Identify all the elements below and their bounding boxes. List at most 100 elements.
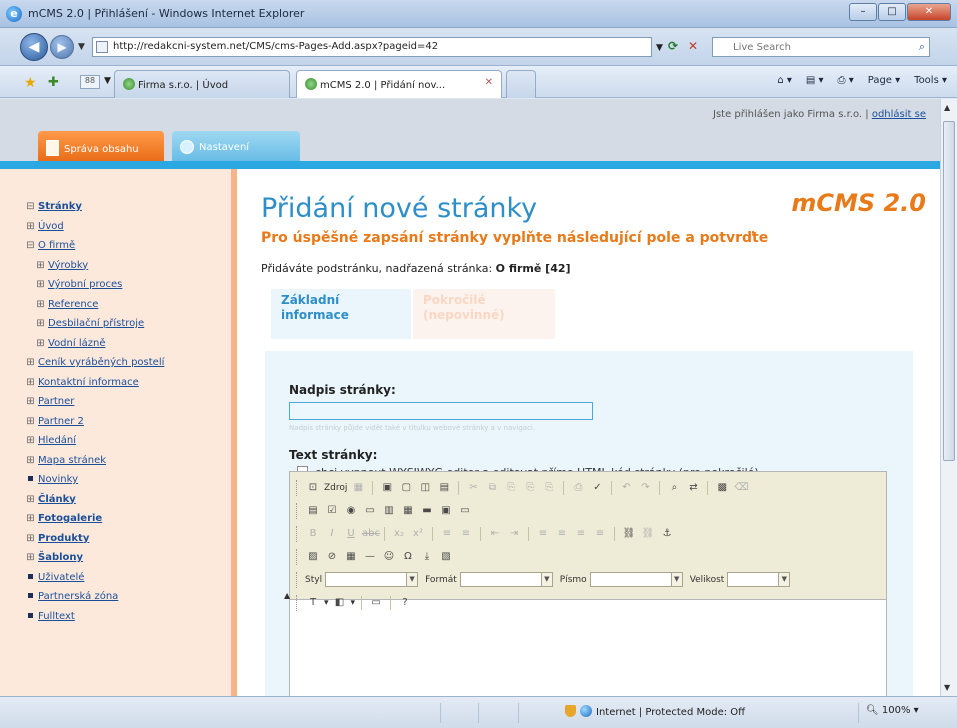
table-icon[interactable]: ▦ (343, 549, 359, 565)
history-dropdown-icon[interactable]: ▼ (78, 42, 85, 52)
help-icon[interactable]: ? (397, 595, 413, 611)
align-justify-icon[interactable]: ≡ (592, 526, 608, 542)
sidebar-link[interactable]: Šablony (38, 552, 83, 563)
tab-settings[interactable]: Nastavení (172, 131, 300, 161)
templates-list-icon[interactable]: ▤ (436, 480, 452, 496)
sidebar-link[interactable]: Ceník vyráběných postelí (38, 357, 164, 368)
remove-format-icon[interactable]: ⌫ (733, 480, 749, 496)
security-zone[interactable]: Internet | Protected Mode: Off (565, 705, 745, 718)
sidebar-link[interactable]: Uživatelé (38, 572, 84, 583)
find-icon[interactable]: ⌕ (666, 480, 682, 496)
search-box[interactable]: ⌕ (712, 37, 930, 57)
sidebar-link[interactable]: Stránky (38, 201, 82, 212)
forward-button[interactable]: ▶ (50, 35, 74, 59)
print-icon[interactable]: ⎙ ▾ (838, 75, 854, 86)
title-input[interactable] (289, 402, 593, 420)
refresh-icon[interactable]: ⟳ (668, 39, 684, 55)
sidebar-item[interactable]: ⊞ Šablony (26, 550, 231, 570)
sidebar-link[interactable]: Produkty (38, 533, 89, 544)
sidebar-item[interactable]: Fulltext (26, 609, 231, 629)
copy-icon[interactable]: ⧉ (484, 480, 500, 496)
paste-text-icon[interactable]: ⎘ (522, 480, 538, 496)
sidebar-item[interactable]: ⊞ Ceník vyráběných postelí (26, 355, 231, 375)
sidebar-link[interactable]: Fotogalerie (38, 513, 102, 524)
zoom-control[interactable]: 🔍︎ 100% ▾ (866, 705, 919, 716)
numbered-list-icon[interactable]: ≡ (439, 526, 455, 542)
favorites-star-icon[interactable]: ★ (24, 75, 37, 91)
sidebar-link[interactable]: Vodní lázně (48, 338, 105, 349)
browser-tab-firma[interactable]: Firma s.r.o. | Úvod (114, 70, 290, 98)
save-icon[interactable]: ▣ (379, 480, 395, 496)
expand-icon[interactable]: ⊞ (26, 433, 35, 449)
flash-icon[interactable]: ⊘ (324, 549, 340, 565)
sidebar-link[interactable]: Mapa stránek (38, 455, 106, 466)
sidebar-link[interactable]: Výrobky (48, 260, 88, 271)
url-field[interactable]: http://redakcni-system.net/CMS/cms-Pages… (92, 37, 652, 57)
sidebar-link[interactable]: O firmě (38, 240, 75, 251)
expand-icon[interactable]: ⊞ (26, 219, 35, 235)
expand-icon[interactable]: ⊞ (36, 258, 45, 274)
outdent-icon[interactable]: ⇤ (487, 526, 503, 542)
horizontal-rule-icon[interactable]: — (362, 549, 378, 565)
select-all-icon[interactable]: ▩ (714, 480, 730, 496)
sidebar-item[interactable]: ⊞ Výrobky (26, 258, 231, 278)
scrollbar-thumb[interactable] (943, 121, 955, 461)
image-icon[interactable]: ▨ (305, 549, 321, 565)
sidebar-item[interactable]: ⊞ Hledání (26, 433, 231, 453)
checkbox-icon[interactable]: ☑ (324, 503, 340, 519)
sidebar-item[interactable]: ⊞ Kontaktní informace (26, 375, 231, 395)
size-select[interactable]: ▼ (727, 572, 791, 587)
bulleted-list-icon[interactable]: ≡ (458, 526, 474, 542)
sidebar-item[interactable]: ⊞ Partner (26, 394, 231, 414)
logout-link[interactable]: odhlásit se (872, 109, 926, 120)
italic-icon[interactable]: I (324, 526, 340, 542)
sidebar-item[interactable]: ⊞ Reference (26, 297, 231, 317)
sidebar-link[interactable]: Novinky (38, 474, 78, 485)
link-icon[interactable]: ⛓ (621, 526, 637, 542)
iframe-icon[interactable]: ▧ (438, 549, 454, 565)
sidebar-link[interactable]: Úvod (38, 221, 64, 232)
sidebar-item[interactable]: Uživatelé (26, 570, 231, 590)
sidebar-item[interactable]: ⊞ Výrobní proces (26, 277, 231, 297)
source-icon[interactable]: ⊡ (305, 480, 321, 496)
stop-icon[interactable]: ✕ (688, 39, 704, 55)
scroll-up-icon[interactable]: ▲ (944, 103, 950, 112)
new-page-icon[interactable]: ▢ (398, 480, 414, 496)
url-dropdown-icon[interactable]: ▼ (656, 43, 663, 53)
home-icon[interactable]: ⌂ ▾ (777, 75, 792, 86)
expand-icon[interactable]: ⊞ (26, 414, 35, 430)
sidebar-item[interactable]: ⊞ Články (26, 492, 231, 512)
indent-icon[interactable]: ⇥ (506, 526, 522, 542)
sidebar-item[interactable]: ⊞ Desbilační přístroje (26, 316, 231, 336)
sidebar-item[interactable]: ⊞ Produkty (26, 531, 231, 551)
minimize-button[interactable]: – (849, 3, 877, 21)
close-tab-icon[interactable]: ✕ (485, 77, 493, 88)
page-menu[interactable]: Page ▾ (868, 75, 900, 86)
expand-icon[interactable]: ⊞ (36, 316, 45, 332)
sidebar-link[interactable]: Partner (38, 396, 74, 407)
sidebar-item[interactable]: ⊟ Stránky (26, 199, 231, 219)
select-field-icon[interactable]: ▦ (400, 503, 416, 519)
sidebar-item[interactable]: ⊞ Vodní lázně (26, 336, 231, 356)
sidebar-link[interactable]: Reference (48, 299, 98, 310)
textarea-icon[interactable]: ▥ (381, 503, 397, 519)
cut-icon[interactable]: ✂ (465, 480, 481, 496)
subscript-icon[interactable]: x₂ (391, 526, 407, 542)
sidebar-link[interactable]: Hledání (38, 435, 76, 446)
undo-icon[interactable]: ↶ (618, 480, 634, 496)
chevron-down-icon[interactable]: ▾ (351, 598, 356, 608)
button-field-icon[interactable]: ▬ (419, 503, 435, 519)
style-select[interactable]: ▼ (325, 572, 419, 587)
maximize-button[interactable]: □ (878, 3, 906, 21)
sidebar-item[interactable]: ⊞ Fotogalerie (26, 511, 231, 531)
search-input[interactable] (713, 38, 903, 56)
add-favorite-icon[interactable]: ✚ (48, 75, 59, 90)
sidebar-link[interactable]: Partnerská zóna (38, 591, 118, 602)
tab-content-management[interactable]: Správa obsahu (38, 131, 164, 161)
sidebar-item[interactable]: ⊞ Mapa stránek (26, 453, 231, 473)
radio-icon[interactable]: ◉ (343, 503, 359, 519)
paste-word-icon[interactable]: ⎘ (541, 480, 557, 496)
quick-tabs-icon[interactable]: 88 (80, 75, 100, 89)
expand-icon[interactable]: ⊞ (26, 511, 35, 527)
expand-icon[interactable]: ⊞ (36, 297, 45, 313)
